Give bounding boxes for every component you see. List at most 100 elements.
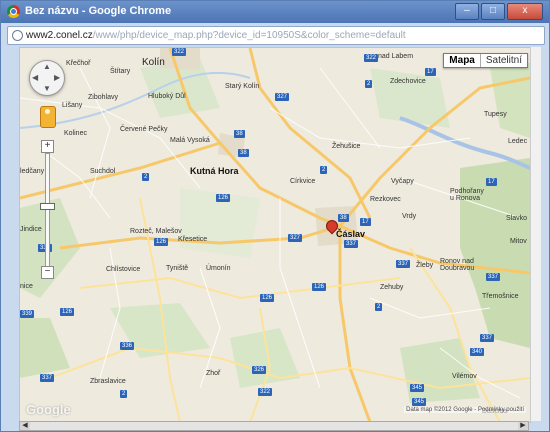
town-tyniste: Tyniště — [166, 265, 189, 272]
url-path: /www/php/device_map.php?device_id=10950S… — [92, 30, 406, 41]
window-controls: – □ x — [455, 3, 543, 20]
road-shield: 340 — [470, 348, 485, 356]
town-roztec: Rozteč, Malešov — [130, 228, 182, 235]
town-zibohlavy: Zibohlavy — [88, 94, 118, 101]
zoom-out-button[interactable]: − — [41, 266, 54, 279]
town-zehusice: Žehušice — [332, 143, 361, 150]
browser-window: Bez názvu - Google Chrome – □ x www2.con… — [0, 0, 550, 432]
pan-left-icon[interactable]: ◀ — [32, 73, 38, 82]
vertical-scrollbar[interactable] — [530, 47, 541, 421]
minimize-button[interactable]: – — [455, 3, 479, 20]
title-bar: Bez názvu - Google Chrome – □ x — [1, 1, 549, 23]
google-logo: Google — [26, 402, 71, 417]
town-stary-kolin: Starý Kolín — [225, 83, 260, 90]
town-ledec: Ledec — [508, 138, 528, 145]
town-stitary: Štítary — [110, 68, 131, 75]
map-type-map-button[interactable]: Mapa — [444, 54, 481, 67]
scroll-right-icon[interactable]: ▶ — [518, 422, 528, 430]
zoom-slider-handle[interactable] — [40, 203, 55, 210]
road-shield: 126 — [312, 283, 327, 291]
url-text: www2.conel.cz/www/php/device_map.php?dev… — [26, 27, 406, 44]
close-button[interactable]: x — [507, 3, 543, 20]
map-tiles — [20, 48, 530, 422]
town-vrdy: Vrdy — [402, 213, 417, 220]
town-cirkvice: Církvice — [290, 178, 316, 185]
road-shield: 322 — [364, 54, 379, 62]
zoom-in-button[interactable]: + — [41, 140, 54, 153]
road-shield: 337 — [40, 374, 55, 382]
town-nice: nice — [20, 283, 33, 290]
road-shield: 336 — [120, 342, 135, 350]
scroll-left-icon[interactable]: ◀ — [20, 422, 30, 430]
map-canvas[interactable]: Kolín Štítary Křečhoř Zibohlavy Lišany H… — [19, 47, 531, 423]
town-zdechovice: Zdechovice — [390, 78, 426, 85]
road-shield: 2 — [120, 390, 128, 398]
road-shield: 339 — [20, 310, 35, 318]
road-shield: 126 — [60, 308, 75, 316]
town-kresetice: Křesetice — [178, 236, 208, 243]
town-jindice: Jindice — [20, 226, 42, 233]
road-shield: 337 — [344, 240, 359, 248]
road-shield: 322 — [258, 388, 273, 396]
road-shield: 327 — [288, 234, 303, 242]
town-nad-labem: nad Labem — [378, 53, 414, 60]
town-ledcany: ledčany — [20, 168, 45, 175]
page-icon — [12, 30, 23, 41]
town-podhorany: Podhořany u Ronova — [450, 188, 484, 202]
road-shield: 337 — [396, 260, 411, 268]
town-mala-vysoka: Malá Vysoká — [170, 137, 210, 144]
town-kutna-hora: Kutná Hora — [190, 166, 239, 176]
road-shield: 17 — [360, 218, 371, 226]
road-shield: 38 — [234, 130, 245, 138]
map-type-satellite-button[interactable]: Satelitní — [480, 54, 527, 67]
town-mitov: Mitov — [510, 238, 527, 245]
road-shield: 2 — [375, 303, 383, 311]
town-cervene-pecky: Červené Pečky — [120, 126, 168, 133]
town-kolinec: Kolinec — [64, 130, 87, 137]
chrome-logo-icon — [7, 5, 20, 18]
town-rezkovec: Rezkovec — [370, 196, 401, 203]
map-type-control: Mapa Satelitní — [443, 53, 528, 68]
town-suchdol: Suchdol — [90, 168, 116, 175]
town-zehuby: Zehuby — [380, 284, 404, 291]
pan-control[interactable]: ▲ ▼ ◀ ▶ — [29, 60, 65, 96]
road-shield: 38 — [238, 149, 249, 157]
town-slavko: Slavko — [506, 215, 528, 222]
road-shield: 345 — [410, 384, 425, 392]
town-vycapy: Vyčapy — [391, 178, 414, 185]
road-shield: 126 — [216, 194, 231, 202]
road-shield: 17 — [486, 178, 497, 186]
url-host: www2.conel.cz — [26, 30, 93, 41]
street-view-pegman-icon[interactable] — [40, 106, 56, 128]
pan-down-icon[interactable]: ▼ — [43, 84, 51, 93]
road-shield: 322 — [172, 48, 187, 56]
window-title: Bez názvu - Google Chrome — [25, 5, 172, 17]
map-copyright[interactable]: Data map ©2012 Google - Podmínky použití — [404, 407, 526, 413]
town-krechor: Křečhoř — [66, 60, 91, 67]
road-shield: 2 — [142, 173, 150, 181]
town-kolin: Kolín — [142, 57, 165, 68]
address-bar[interactable]: www2.conel.cz/www/php/device_map.php?dev… — [7, 26, 545, 45]
road-shield: 126 — [154, 238, 169, 246]
pan-right-icon[interactable]: ▶ — [54, 73, 60, 82]
road-shield: 326 — [252, 366, 267, 374]
town-tremosnice: Třemošnice — [482, 293, 519, 300]
road-shield: 337 — [480, 334, 495, 342]
zoom-slider-track[interactable] — [45, 153, 50, 267]
town-ronov: Ronov nad Doubravou — [440, 258, 475, 272]
town-hluboky-dul: Hluboký Důl — [148, 93, 186, 100]
town-zhor: Zhoř — [206, 370, 221, 377]
town-umonin: Úmonín — [206, 265, 231, 272]
town-zbraslavice: Zbraslavice — [90, 378, 126, 385]
road-shield: 2 — [320, 166, 328, 174]
maximize-button[interactable]: □ — [481, 3, 505, 20]
horizontal-scrollbar[interactable]: ◀ ▶ — [19, 421, 529, 431]
road-shield: 126 — [260, 294, 275, 302]
town-caslav: Čáslav — [336, 229, 366, 239]
town-lisany: Lišany — [62, 102, 83, 109]
road-shield: 38 — [338, 214, 349, 222]
pan-up-icon[interactable]: ▲ — [43, 62, 51, 71]
road-shield: 2 — [365, 80, 373, 88]
road-shield: 337 — [486, 273, 501, 281]
road-shield: 327 — [275, 93, 290, 101]
